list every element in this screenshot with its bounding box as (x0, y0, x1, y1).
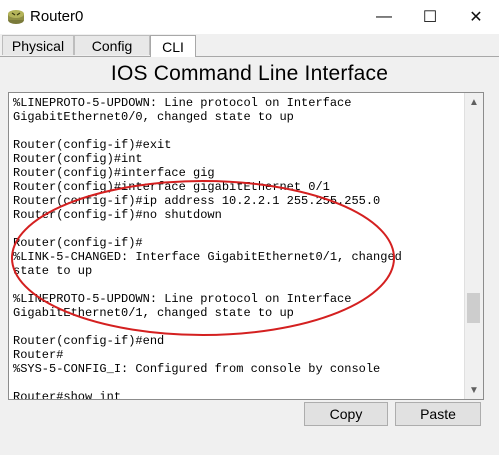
console-line: %LINEPROTO-5-UPDOWN: Line protocol on In… (13, 292, 352, 306)
paste-button-label: Paste (420, 406, 456, 422)
console-line: Router(config)#interface gig (13, 166, 215, 180)
console-line: state to up (13, 264, 93, 278)
console-line: Router(config-if)#exit (13, 138, 172, 152)
console-line: GigabitEthernet0/1, changed state to up (13, 306, 294, 320)
console-line: Router(config-if)#end (13, 334, 165, 348)
copy-button-label: Copy (329, 406, 363, 422)
tab-label: Physical (11, 37, 65, 54)
console-line: Router(config)#int (13, 152, 143, 166)
title-bar: Router0 — ☐ ✕ (0, 0, 499, 34)
console-line: GigabitEthernet0/0, changed state to up (13, 110, 294, 124)
tab-label: Config (91, 37, 133, 54)
copy-button[interactable]: Copy (304, 402, 388, 426)
close-icon: ✕ (469, 9, 483, 26)
close-button[interactable]: ✕ (453, 0, 499, 34)
maximize-icon: ☐ (422, 9, 438, 26)
vertical-scrollbar[interactable]: ▲ ▼ (464, 93, 483, 399)
cli-heading: IOS Command Line Interface (110, 62, 389, 85)
tab-physical[interactable]: Physical (2, 35, 74, 55)
minimize-button[interactable]: — (361, 0, 407, 34)
tab-config[interactable]: Config (74, 35, 150, 55)
router-icon (8, 10, 24, 24)
maximize-button[interactable]: ☐ (407, 0, 453, 34)
cli-console[interactable]: %LINEPROTO-5-UPDOWN: Line protocol on In… (8, 92, 484, 400)
window-title: Router0 (30, 8, 84, 25)
console-line: %SYS-5-CONFIG_I: Configured from console… (13, 362, 381, 376)
minimize-icon: — (376, 8, 392, 25)
console-line: Router(config-if)# (13, 236, 143, 250)
scroll-down-arrow-icon[interactable]: ▼ (465, 381, 483, 399)
tab-cli[interactable]: CLI (150, 35, 196, 57)
console-line: Router(config)#interface gigabitEthernet… (13, 180, 330, 194)
console-line: %LINEPROTO-5-UPDOWN: Line protocol on In… (13, 96, 352, 110)
tab-label: CLI (162, 38, 184, 55)
console-line: %LINK-5-CHANGED: Interface GigabitEthern… (13, 250, 402, 264)
scroll-up-arrow-icon[interactable]: ▲ (465, 93, 483, 111)
tab-bar: Physical Config CLI (0, 34, 499, 57)
paste-button[interactable]: Paste (395, 402, 481, 426)
console-line: Router# (13, 348, 64, 362)
console-line: Router#show int (13, 390, 122, 400)
scrollbar-thumb[interactable] (467, 293, 480, 323)
console-line: Router(config-if)#no shutdown (13, 208, 222, 222)
console-output: %LINEPROTO-5-UPDOWN: Line protocol on In… (13, 96, 402, 400)
console-line: Router(config-if)#ip address 10.2.2.1 25… (13, 194, 381, 208)
